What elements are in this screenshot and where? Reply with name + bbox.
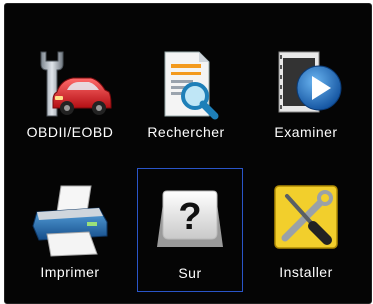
menu-item-imprimer[interactable]: Imprimer [17, 168, 123, 292]
menu-item-examiner[interactable]: Examiner [253, 24, 359, 148]
menu-item-installer[interactable]: Installer [253, 168, 359, 292]
menu-screen: OBDII/EOBD Rechercher Examiner Imprimer … [4, 3, 372, 304]
menu-item-sur[interactable]: ? Sur [137, 168, 243, 292]
menu-item-obdii-eobd[interactable]: OBDII/EOBD [17, 24, 123, 148]
svg-text:?: ? [178, 196, 201, 238]
film-play-icon [263, 46, 349, 122]
document-search-icon [143, 46, 229, 122]
tools-icon [263, 182, 349, 258]
menu-item-rechercher[interactable]: Rechercher [133, 24, 239, 148]
menu-item-label: Examiner [274, 124, 338, 140]
menu-item-label: Installer [279, 264, 333, 280]
question-key-icon: ? [147, 183, 233, 259]
wrench-car-icon [27, 46, 113, 122]
printer-icon [27, 182, 113, 258]
